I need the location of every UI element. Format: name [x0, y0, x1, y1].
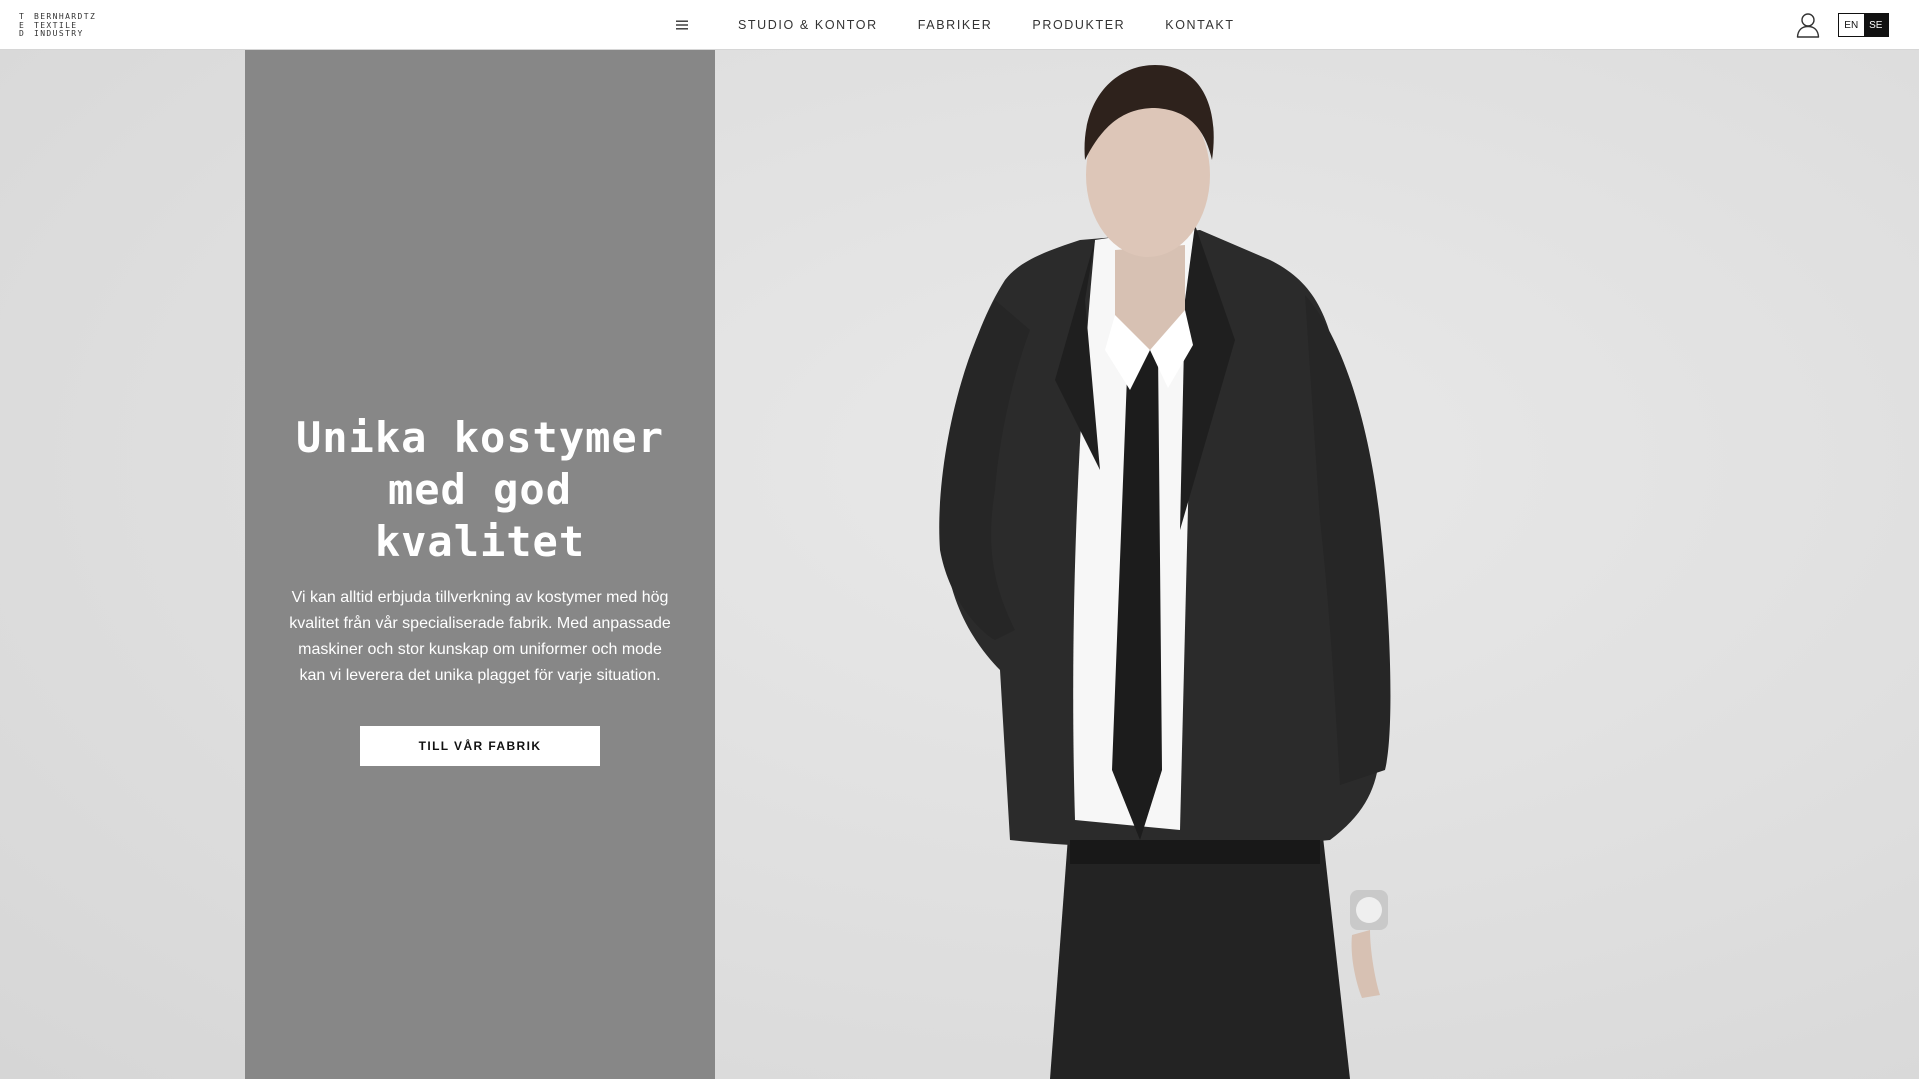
language-se-button[interactable]: SE	[1863, 14, 1888, 36]
nav-item-produkter[interactable]: PRODUKTER	[1032, 18, 1125, 32]
nav-item-studio-kontor[interactable]: STUDIO & KONTOR	[738, 18, 878, 32]
logo-line: D INDUSTRY	[19, 29, 96, 39]
site-header: T BERNHARDTZ E TEXTILE D INDUSTRY STUDIO…	[0, 0, 1919, 50]
main-nav: STUDIO & KONTOR FABRIKER PRODUKTER KONTA…	[738, 0, 1275, 50]
man-in-black-suit-photo	[939, 65, 1391, 1079]
user-icon[interactable]	[1796, 12, 1820, 38]
nav-item-fabriker[interactable]: FABRIKER	[918, 18, 993, 32]
hero-heading-line: kvalitet	[374, 517, 586, 566]
logo-word: INDUSTRY	[34, 29, 84, 38]
language-en-button[interactable]: EN	[1839, 14, 1864, 36]
hero-description-line: Vi kan alltid erbjuda tillverkning av ko…	[291, 589, 669, 606]
hero-description-line: kvalitet från vår specialiserade fabrik.…	[289, 615, 671, 632]
company-logo[interactable]: T BERNHARDTZ E TEXTILE D INDUSTRY	[19, 12, 96, 39]
hero-description-line: maskiner och stor kunskap om uniformer o…	[298, 641, 662, 658]
hero-description: Vi kan alltid erbjuda tillverkning av ko…	[285, 585, 675, 689]
hero-heading: Unika kostymer med god kvalitet	[245, 412, 715, 568]
language-switch: EN SE	[1838, 13, 1889, 37]
hero-heading-line: Unika kostymer	[295, 413, 664, 462]
hero-description-line: kan vi leverera det unika plagget för va…	[299, 667, 661, 684]
factory-cta-button[interactable]: TILL VÅR FABRIK	[360, 726, 600, 766]
hamburger-menu-icon[interactable]	[675, 18, 689, 30]
nav-item-kontakt[interactable]: KONTAKT	[1165, 18, 1234, 32]
hero-text-panel: Unika kostymer med god kvalitet Vi kan a…	[245, 50, 715, 1079]
hero-heading-line: med god	[387, 465, 572, 514]
logo-initial: D	[19, 29, 26, 38]
hero-section: Unika kostymer med god kvalitet Vi kan a…	[0, 50, 1919, 1079]
